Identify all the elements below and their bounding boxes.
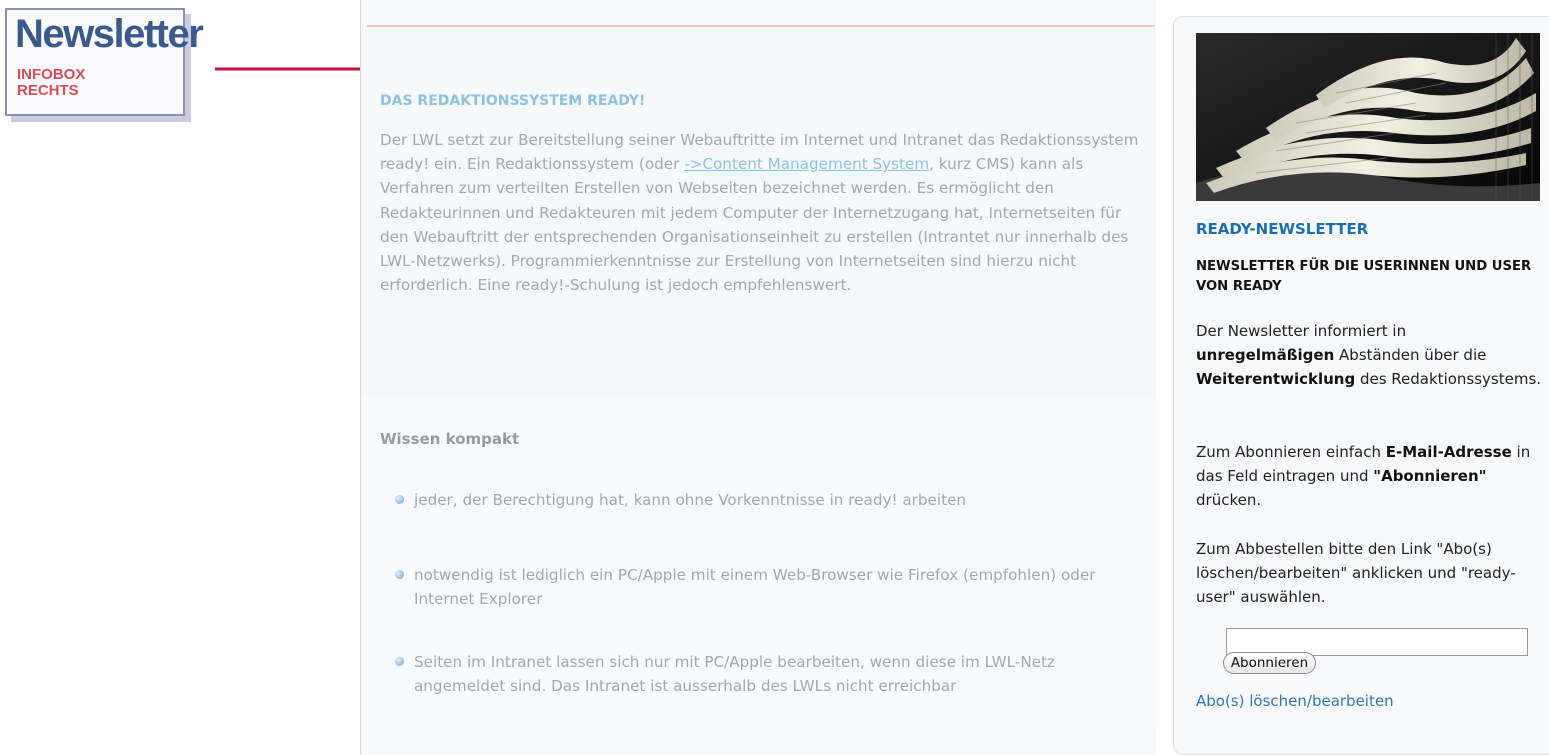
- wissen-title: Wissen kompakt: [380, 430, 520, 448]
- p1-text: Abständen über die: [1334, 346, 1487, 364]
- main-content: DAS REDAKTIONSSYSTEM READY! Der LWL setz…: [360, 0, 1156, 755]
- list-item-text: Seiten im Intranet lassen sich nur mit P…: [414, 653, 1055, 695]
- list-item: Seiten im Intranet lassen sich nur mit P…: [395, 650, 1134, 698]
- newsletter-label-box: Newsletter INFOBOX RECHTS: [5, 8, 204, 116]
- top-divider: [367, 25, 1155, 27]
- newsletter-label-line2: RECHTS: [17, 82, 79, 99]
- bullet-icon: [395, 570, 404, 579]
- sidebar-paragraph-2: Zum Abonnieren einfach E-Mail-Adresse in…: [1196, 440, 1546, 512]
- intro-text-after: , kurz CMS) kann als Verfahren zum verte…: [380, 155, 1129, 295]
- intro-paragraph: Der LWL setzt zur Bereitstellung seiner …: [380, 128, 1150, 297]
- p1-bold: Weiterentwicklung: [1196, 370, 1356, 388]
- list-item: notwendig ist lediglich ein PC/Apple mit…: [395, 563, 1134, 611]
- p2-bold: E-Mail-Adresse: [1385, 443, 1512, 461]
- p2-text: Zum Abonnieren einfach: [1196, 443, 1386, 461]
- p2-text: drücken.: [1196, 491, 1262, 509]
- cms-link[interactable]: ->Content Management System: [684, 155, 929, 173]
- bullet-icon: [395, 495, 404, 504]
- sidebar-paragraph-3: Zum Abbestellen bitte den Link "Abo(s) l…: [1196, 540, 1516, 606]
- list-item-text: notwendig ist lediglich ein PC/Apple mit…: [414, 566, 1096, 608]
- list-item-text: jeder, der Berechtigung hat, kann ohne V…: [414, 491, 967, 509]
- section-title: DAS REDAKTIONSSYSTEM READY!: [380, 93, 646, 109]
- p1-text: Der Newsletter informiert in: [1196, 322, 1407, 340]
- subscribe-button[interactable]: Abonnieren: [1223, 652, 1316, 674]
- p1-bold: unregelmäßigen: [1196, 346, 1335, 364]
- bullet-icon: [395, 657, 404, 666]
- newspaper-stack-image: [1196, 33, 1540, 201]
- sidebar-subtitle: NEWSLETTER FÜR DIE USERINNEN UND USER VO…: [1196, 259, 1532, 294]
- newsletter-label-line1: INFOBOX: [17, 66, 86, 83]
- p2-bold: "Abonnieren": [1373, 467, 1487, 485]
- sidebar-paragraph-1: Der Newsletter informiert in unregelmäßi…: [1196, 319, 1546, 391]
- manage-subscription-link[interactable]: Abo(s) löschen/bearbeiten: [1196, 692, 1394, 710]
- p1-text: des Redaktionssystems.: [1355, 370, 1542, 388]
- newsletter-sidebar: READY-NEWSLETTER NEWSLETTER FÜR DIE USER…: [1173, 16, 1549, 755]
- newspaper-photo: [1196, 33, 1540, 201]
- newsletter-label-title: Newsletter: [15, 12, 204, 56]
- sidebar-title: READY-NEWSLETTER: [1196, 220, 1369, 238]
- list-item: jeder, der Berechtigung hat, kann ohne V…: [395, 488, 1134, 512]
